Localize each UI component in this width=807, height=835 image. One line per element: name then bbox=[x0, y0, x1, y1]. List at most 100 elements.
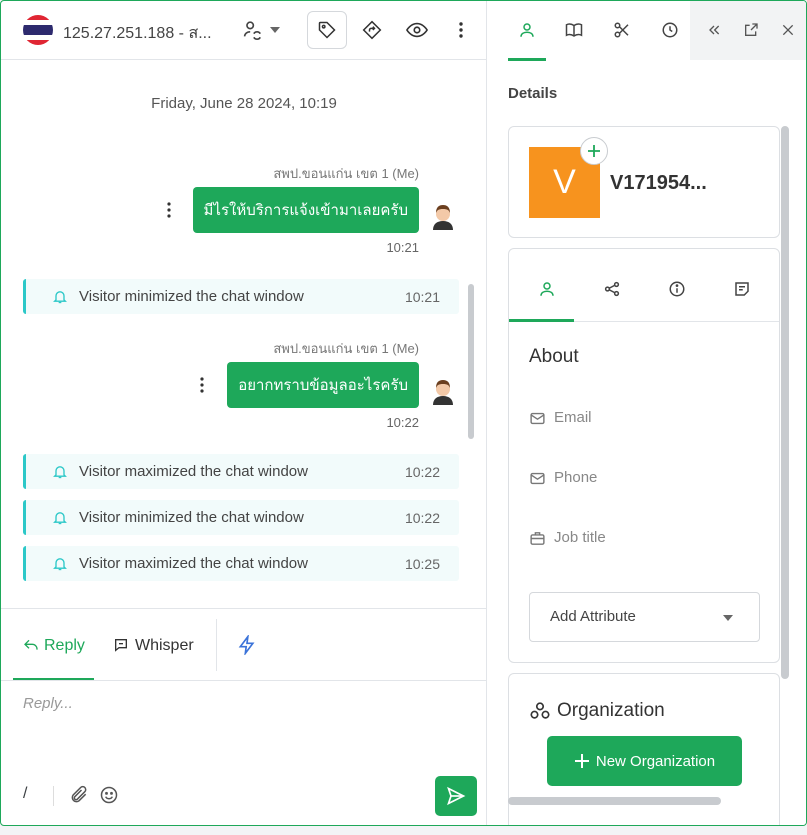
notice-text: Visitor minimized the chat window bbox=[79, 509, 304, 526]
tag-icon bbox=[318, 21, 336, 39]
activity-notice: Visitor maximized the chat window 10:22 bbox=[23, 454, 459, 489]
new-organization-label: New Organization bbox=[595, 752, 716, 770]
attachment-icon[interactable] bbox=[69, 785, 89, 810]
tab-contact[interactable] bbox=[507, 15, 547, 45]
message-bubble: อยากทราบข้อมูลอะไรครับ bbox=[227, 362, 419, 408]
notice-time: 10:22 bbox=[404, 464, 440, 480]
contact-card: V V171954... bbox=[508, 126, 780, 238]
date-separator: Friday, June 28 2024, 10:19 bbox=[151, 95, 337, 112]
email-label: Email bbox=[554, 409, 592, 426]
tab-notes[interactable] bbox=[725, 277, 759, 301]
user-icon bbox=[540, 282, 554, 296]
phone-label: Phone bbox=[554, 469, 598, 486]
message-time: 10:21 bbox=[386, 240, 419, 255]
share-icon bbox=[604, 281, 620, 297]
reply-composer: Reply Whisper Reply... / bbox=[1, 608, 487, 825]
tab-active-indicator bbox=[508, 58, 546, 61]
chevron-down-icon[interactable] bbox=[265, 11, 285, 49]
new-organization-button[interactable]: New Organization bbox=[547, 736, 742, 786]
notice-time: 10:21 bbox=[404, 289, 440, 305]
email-field[interactable]: Email bbox=[529, 409, 592, 426]
bell-icon bbox=[53, 466, 67, 479]
message-menu-icon[interactable] bbox=[163, 200, 175, 220]
about-card: About Email Phone Job title Add Attribut… bbox=[508, 248, 780, 663]
conversation-panel: 125.27.251.188 - ส... Friday, June 28 20… bbox=[1, 1, 487, 825]
sidebar-horizontal-scrollbar[interactable] bbox=[508, 797, 721, 805]
message-time: 10:22 bbox=[386, 415, 419, 430]
add-attribute-select[interactable]: Add Attribute bbox=[529, 592, 760, 642]
mail-icon bbox=[530, 412, 545, 425]
message-sender: สพป.ขอนแก่น เขต 1 (Me) bbox=[273, 166, 419, 181]
send-button[interactable] bbox=[435, 776, 477, 816]
user-icon bbox=[520, 23, 534, 37]
activity-notice: Visitor minimized the chat window 10:21 bbox=[23, 279, 459, 314]
more-vertical-icon[interactable] bbox=[451, 11, 471, 49]
sidebar-tabs bbox=[488, 1, 806, 61]
organization-title: Organization bbox=[529, 700, 665, 722]
add-icon[interactable] bbox=[580, 137, 608, 165]
whisper-icon bbox=[115, 639, 127, 652]
forward-icon[interactable] bbox=[352, 11, 392, 49]
bell-icon bbox=[53, 512, 67, 525]
message-scrollbar[interactable] bbox=[468, 284, 474, 439]
close-icon[interactable] bbox=[768, 15, 806, 45]
agent-avatar bbox=[430, 377, 456, 405]
composer-tab-line bbox=[1, 680, 487, 681]
ai-assist-icon[interactable] bbox=[237, 633, 257, 660]
scissors-icon bbox=[614, 22, 629, 38]
send-icon bbox=[447, 786, 466, 806]
notice-text: Visitor minimized the chat window bbox=[79, 288, 304, 305]
switch-contact-icon[interactable] bbox=[237, 11, 267, 49]
tab-whisper[interactable]: Whisper bbox=[113, 637, 194, 655]
message-bubble: มีไรให้บริการแจ้งเข้ามาเลยครับ bbox=[192, 187, 419, 233]
note-icon bbox=[735, 282, 749, 296]
bell-icon bbox=[53, 291, 67, 304]
activity-notice: Visitor maximized the chat window 10:25 bbox=[23, 546, 459, 581]
about-title: About bbox=[529, 346, 579, 367]
tag-button[interactable] bbox=[307, 11, 347, 49]
conversation-header: 125.27.251.188 - ส... bbox=[1, 1, 487, 60]
reply-input[interactable]: Reply... bbox=[23, 695, 73, 712]
eye-icon[interactable] bbox=[397, 11, 437, 49]
plus-icon bbox=[574, 754, 589, 768]
tab-snippets[interactable] bbox=[602, 15, 642, 45]
tab-info[interactable] bbox=[660, 277, 694, 301]
sidebar-scrollbar[interactable] bbox=[781, 126, 789, 679]
tab-reply[interactable]: Reply bbox=[13, 609, 94, 681]
details-title: Details bbox=[508, 85, 558, 102]
clock-icon bbox=[662, 22, 678, 38]
book-icon bbox=[565, 23, 583, 37]
window-controls bbox=[690, 1, 806, 60]
mail-icon bbox=[530, 472, 545, 485]
notice-time: 10:25 bbox=[404, 556, 440, 572]
chat-app-frame: 125.27.251.188 - ส... Friday, June 28 20… bbox=[0, 0, 807, 826]
collapse-icon[interactable] bbox=[694, 15, 734, 45]
tab-knowledge-base[interactable] bbox=[554, 15, 594, 45]
tab-reply-label: Reply bbox=[44, 637, 85, 654]
divider bbox=[216, 619, 217, 671]
tab-share[interactable] bbox=[595, 277, 629, 301]
tab-contact-info[interactable] bbox=[530, 277, 564, 301]
reply-icon bbox=[24, 639, 38, 650]
activity-notice: Visitor minimized the chat window 10:22 bbox=[23, 500, 459, 535]
job-title-field[interactable]: Job title bbox=[529, 529, 606, 546]
contact-title[interactable]: 125.27.251.188 - ส... bbox=[63, 21, 212, 46]
message-list[interactable]: Friday, June 28 2024, 10:19 สพป.ขอนแก่น … bbox=[1, 61, 487, 608]
tab-active-indicator bbox=[509, 319, 574, 322]
notice-text: Visitor maximized the chat window bbox=[79, 555, 308, 572]
emoji-icon[interactable] bbox=[99, 785, 119, 810]
agent-avatar bbox=[430, 202, 456, 230]
info-icon bbox=[669, 281, 685, 297]
divider bbox=[53, 786, 54, 806]
phone-field[interactable]: Phone bbox=[529, 469, 597, 486]
add-attribute-label: Add Attribute bbox=[550, 608, 636, 625]
popout-icon[interactable] bbox=[731, 15, 771, 45]
tab-whisper-label: Whisper bbox=[135, 637, 194, 654]
briefcase-icon bbox=[530, 532, 545, 545]
contact-name: V171954... bbox=[610, 172, 707, 194]
job-title-label: Job title bbox=[554, 529, 606, 546]
details-sidebar: Details V V171954... About Email Phone J… bbox=[488, 1, 806, 825]
canned-response-shortcut[interactable]: / bbox=[23, 785, 27, 803]
tab-history[interactable] bbox=[650, 15, 690, 45]
message-menu-icon[interactable] bbox=[196, 375, 208, 395]
